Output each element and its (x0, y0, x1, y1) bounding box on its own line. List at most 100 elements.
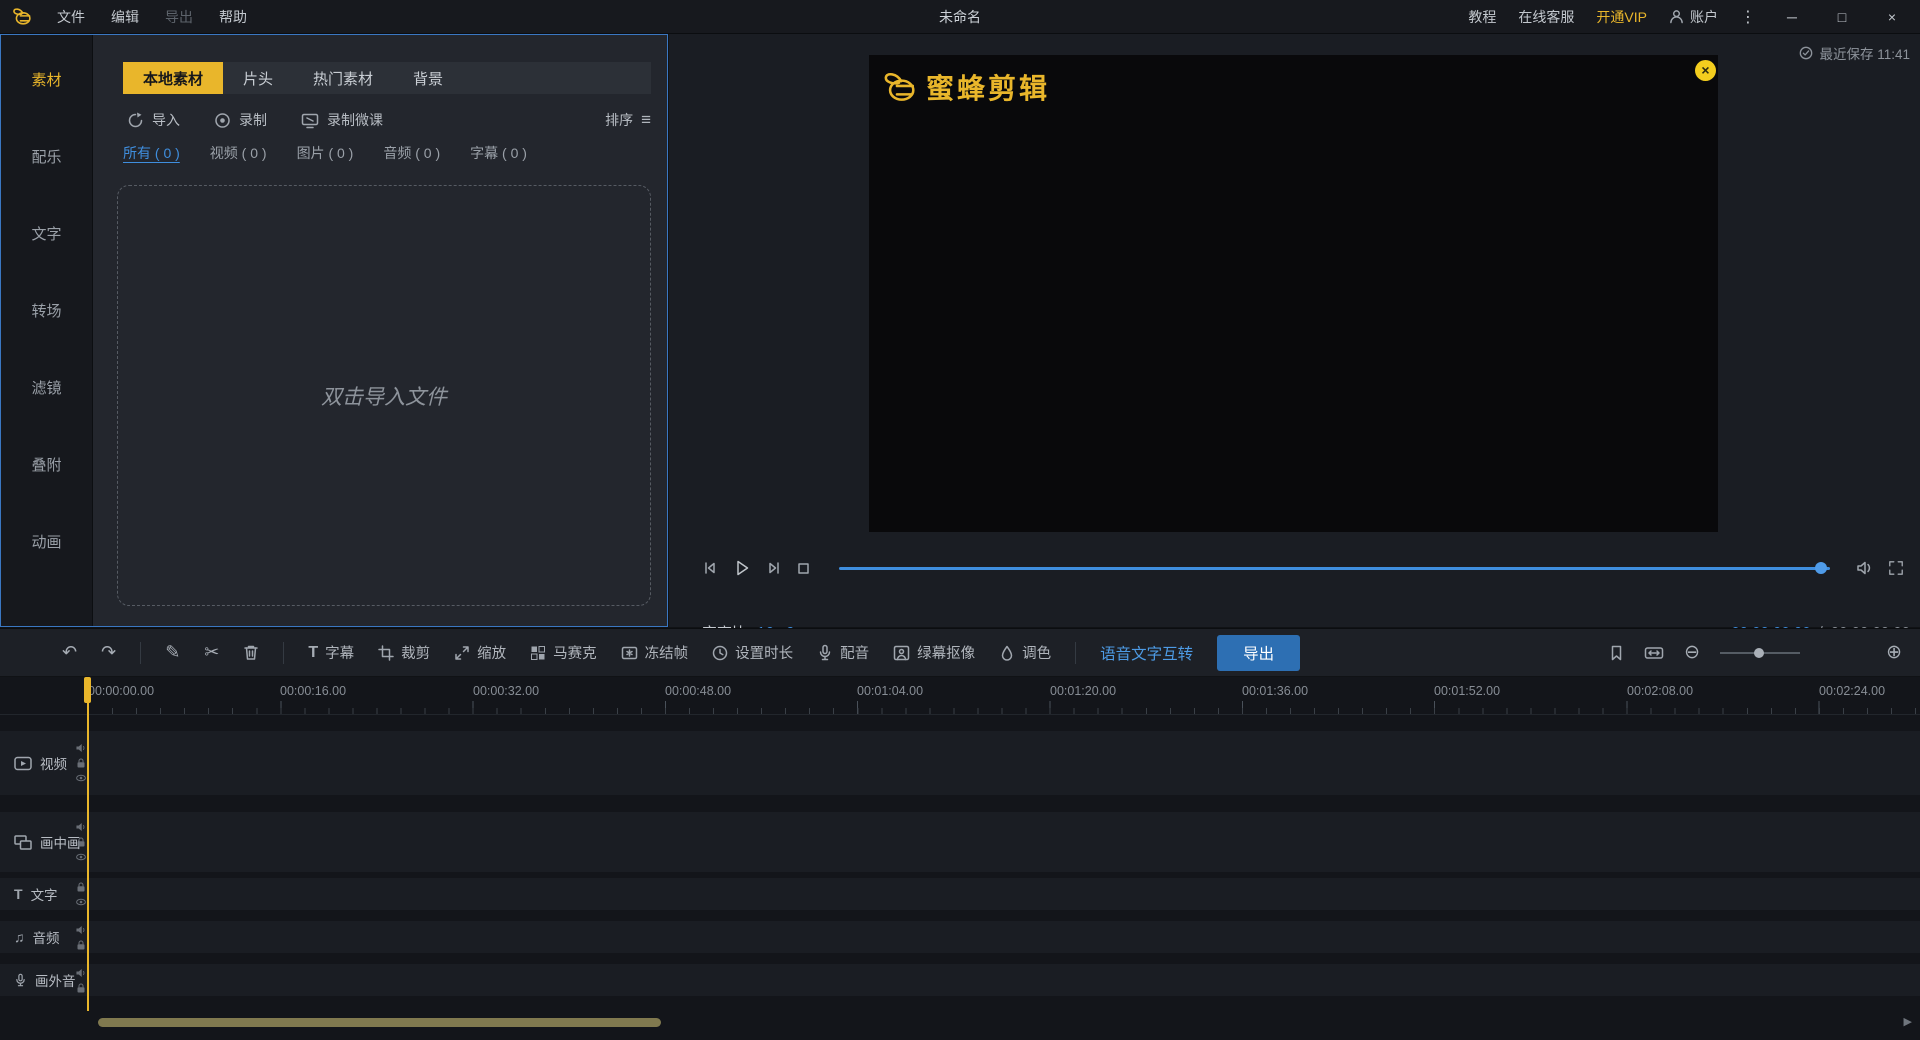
lock-icon[interactable] (76, 882, 86, 892)
sidebar-item-filter[interactable]: 滤镜 (1, 349, 92, 426)
sidebar-item-text[interactable]: 文字 (1, 195, 92, 272)
playback-progress-slider[interactable] (839, 561, 1830, 575)
visibility-icon[interactable] (76, 773, 86, 783)
maximize-button[interactable]: □ (1828, 9, 1856, 25)
vip-link[interactable]: 开通VIP (1596, 7, 1647, 27)
filter-image[interactable]: 图片 ( 0 ) (297, 143, 354, 163)
subtitle-tool[interactable]: T 字幕 (308, 642, 354, 663)
mosaic-tool-label: 马赛克 (553, 646, 597, 662)
marker-flag-icon[interactable] (1609, 645, 1624, 661)
timeline-horizontal-scrollbar[interactable] (98, 1018, 661, 1027)
chroma-key-tool[interactable]: 绿幕抠像 (893, 642, 975, 663)
zoom-tool[interactable]: 缩放 (454, 642, 506, 663)
scroll-right-arrow[interactable]: ▶ (1904, 1015, 1912, 1028)
crop-tool[interactable]: 裁剪 (378, 642, 430, 663)
track-header-video[interactable]: 视频 (0, 731, 88, 795)
fit-timeline-icon[interactable] (1644, 645, 1664, 661)
set-duration-tool[interactable]: 设置时长 (712, 642, 793, 663)
record-button[interactable]: 录制 (214, 110, 267, 130)
lock-icon[interactable] (76, 983, 86, 993)
track-row-text[interactable]: T 文字 (0, 878, 1920, 910)
filter-subtitle[interactable]: 字幕 ( 0 ) (470, 143, 527, 163)
sort-button[interactable]: 排序 ≡ (605, 110, 651, 130)
track-row-voiceover[interactable]: 画外音 (0, 964, 1920, 996)
mute-icon[interactable] (76, 822, 86, 832)
record-lesson-button[interactable]: 录制微课 (301, 110, 383, 130)
menu-edit[interactable]: 编辑 (98, 7, 152, 27)
visibility-icon[interactable] (76, 897, 86, 907)
sidebar-item-overlay[interactable]: 叠附 (1, 426, 92, 503)
play-button[interactable] (732, 558, 752, 578)
sidebar-item-music[interactable]: 配乐 (1, 118, 92, 195)
video-canvas[interactable]: 蜜蜂剪辑 × (869, 55, 1718, 532)
close-button[interactable]: × (1878, 9, 1906, 25)
menu-help[interactable]: 帮助 (206, 7, 260, 27)
import-button[interactable]: 导入 (127, 110, 180, 130)
filter-video[interactable]: 视频 ( 0 ) (210, 143, 267, 163)
sidebar-item-transition[interactable]: 转场 (1, 272, 92, 349)
tab-local-material[interactable]: 本地素材 (123, 62, 224, 94)
track-row-audio[interactable]: ♫ 音频 (0, 921, 1920, 953)
track-header-text[interactable]: T 文字 (0, 878, 88, 910)
dub-mic-icon (819, 644, 831, 661)
timeline-zoom-slider[interactable] (1720, 647, 1801, 659)
freeze-frame-tool[interactable]: 冻结帧 (621, 642, 688, 663)
watermark-close-button[interactable]: × (1695, 60, 1716, 81)
color-grade-tool[interactable]: 调色 (999, 642, 1051, 663)
volume-icon[interactable] (1856, 560, 1874, 576)
media-library-panel: 素材 配乐 文字 转场 滤镜 叠附 动画 本地素材 片头 热门素材 背景 导入 … (0, 34, 668, 627)
filter-audio[interactable]: 音频 ( 0 ) (383, 143, 440, 163)
support-link[interactable]: 在线客服 (1518, 7, 1574, 27)
menu-file[interactable]: 文件 (44, 7, 98, 27)
more-options-button[interactable]: ⋮ (1740, 7, 1756, 27)
fullscreen-icon[interactable] (1888, 560, 1904, 576)
menu-export[interactable]: 导出 (152, 7, 206, 27)
lock-icon[interactable] (76, 940, 86, 950)
dub-tool[interactable]: 配音 (817, 642, 869, 663)
account-button[interactable]: 账户 (1669, 7, 1718, 27)
track-header-audio[interactable]: ♫ 音频 (0, 921, 88, 953)
lock-icon[interactable] (76, 758, 86, 768)
minimize-button[interactable]: ─ (1778, 9, 1806, 25)
edit-button[interactable]: ✎ (165, 642, 180, 663)
filter-all[interactable]: 所有 ( 0 ) (123, 143, 180, 163)
next-frame-button[interactable] (766, 560, 782, 576)
tab-background[interactable]: 背景 (393, 62, 463, 94)
tab-intro[interactable]: 片头 (223, 62, 293, 94)
timeline-ruler[interactable]: 00:00:00.00 00:00:16.00 00:00:32.00 00:0… (0, 677, 1920, 715)
sidebar-item-animation[interactable]: 动画 (1, 503, 92, 580)
delete-button[interactable] (243, 644, 259, 661)
mute-icon[interactable] (76, 925, 86, 935)
watermark-text: 蜜蜂剪辑 (926, 73, 1051, 104)
zoom-slider-handle[interactable] (1753, 647, 1764, 658)
undo-button[interactable]: ↶ (62, 642, 77, 663)
mosaic-icon (531, 645, 546, 660)
zoom-in-icon[interactable]: ⊕ (1886, 641, 1902, 664)
split-button[interactable]: ✂ (204, 642, 219, 663)
tab-hot-material[interactable]: 热门素材 (293, 62, 393, 94)
mute-icon[interactable] (76, 968, 86, 978)
track-header-pip[interactable]: 画中画 (0, 812, 88, 872)
export-button[interactable]: 导出 (1217, 634, 1301, 671)
save-status: 最近保存 11:41 (1799, 43, 1910, 63)
progress-handle[interactable] (1815, 562, 1827, 574)
dub-tool-label: 配音 (840, 646, 870, 662)
playhead-handle[interactable] (84, 677, 91, 703)
track-row-video[interactable]: 视频 (0, 731, 1920, 795)
playhead-line[interactable] (87, 677, 89, 1011)
track-row-pip[interactable]: 画中画 (0, 812, 1920, 872)
track-header-voiceover[interactable]: 画外音 (0, 964, 88, 996)
previous-frame-button[interactable] (702, 560, 718, 576)
mosaic-tool[interactable]: 马赛克 (530, 642, 597, 663)
visibility-icon[interactable] (76, 852, 86, 862)
zoom-out-icon[interactable]: ⊖ (1684, 641, 1700, 664)
redo-button[interactable]: ↷ (101, 642, 116, 663)
lock-icon[interactable] (76, 837, 86, 847)
voice-text-convert-button[interactable]: 语音文字互转 (1100, 642, 1193, 664)
tutorial-link[interactable]: 教程 (1468, 7, 1496, 27)
sidebar-item-material[interactable]: 素材 (1, 41, 92, 118)
stop-button[interactable] (796, 561, 811, 576)
ruler-label: 00:00:00.00 (88, 684, 155, 698)
mute-icon[interactable] (76, 743, 86, 753)
import-dropzone[interactable]: 双击导入文件 (117, 185, 651, 606)
